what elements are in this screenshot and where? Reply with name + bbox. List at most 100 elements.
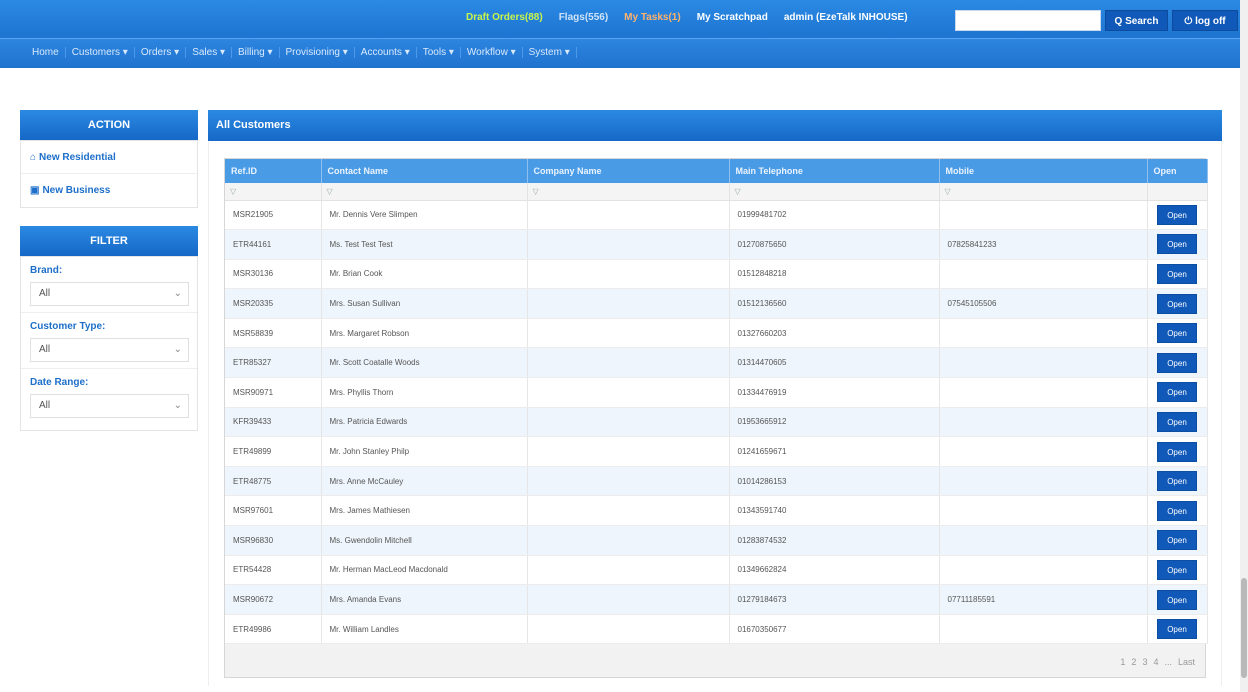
search-input[interactable]	[955, 10, 1101, 31]
contact-name-cell: Mr. Dennis Vere Slimpen	[321, 200, 528, 231]
ref-cell: ETR49986	[225, 614, 322, 645]
nav-item[interactable]: Tools ▾	[417, 47, 461, 58]
nav-item[interactable]: Customers ▾	[66, 47, 135, 58]
flags-link[interactable]: Flags(556)	[551, 12, 616, 23]
open-button[interactable]: Open	[1157, 382, 1197, 403]
filter-icon[interactable]: ▽	[533, 187, 539, 196]
open-button[interactable]: Open	[1157, 263, 1197, 284]
top-header: Draft Orders(88) Flags(556) My Tasks(1) …	[0, 0, 1240, 38]
contact-name-cell: Mrs. Margaret Robson	[321, 318, 528, 349]
ref-cell: MSR58839	[225, 318, 322, 349]
column-header[interactable]: Mobile	[939, 159, 1148, 183]
company-name-cell	[527, 229, 730, 260]
contact-name-cell: Ms. Gwendolin Mitchell	[321, 525, 528, 556]
admin-user-link[interactable]: admin (EzeTalk INHOUSE)	[776, 12, 916, 23]
open-cell: Open	[1147, 377, 1208, 408]
page-link[interactable]: 4	[1153, 657, 1158, 667]
column-header[interactable]: Main Telephone	[729, 159, 940, 183]
open-button[interactable]: Open	[1157, 234, 1197, 255]
brand-select[interactable]: All ⌄	[30, 282, 189, 306]
company-name-cell	[527, 259, 730, 290]
open-button[interactable]: Open	[1157, 293, 1197, 314]
page-link[interactable]: 3	[1142, 657, 1147, 667]
nav-item[interactable]: Workflow ▾	[461, 47, 523, 58]
main-telephone-cell: 01670350677	[729, 614, 940, 645]
column-header[interactable]: Company Name	[527, 159, 730, 183]
mobile-cell	[939, 495, 1148, 527]
main-telephone-cell: 01327660203	[729, 318, 940, 349]
table-header-row: Ref.ID Contact Name Company Name Main Telep…	[225, 159, 1208, 183]
date-range-select-value: All	[39, 400, 51, 411]
nav-item[interactable]: Billing ▾	[232, 47, 280, 58]
briefcase-icon: ▣	[30, 185, 40, 196]
action-panel-header: ACTION	[20, 110, 198, 140]
column-filter[interactable]: ▽	[939, 183, 1148, 201]
action-panel: ⌂ New Residential ▣ New Business	[20, 140, 198, 208]
nav-item[interactable]: Sales ▾	[186, 47, 233, 58]
table-row: MSR96830 Ms. Gwendolin Mitchell 0128387453…	[225, 525, 1208, 556]
mobile-cell	[939, 377, 1148, 408]
open-button[interactable]: Open	[1157, 559, 1197, 580]
page-link[interactable]: 2	[1131, 657, 1136, 667]
tasks-link[interactable]: My Tasks(1)	[616, 12, 689, 23]
open-button[interactable]: Open	[1157, 530, 1197, 551]
main-telephone-cell: 01314470605	[729, 347, 940, 379]
main-telephone-cell: 01999481702	[729, 200, 940, 231]
open-button[interactable]: Open	[1157, 352, 1197, 373]
open-button[interactable]: Open	[1157, 589, 1197, 610]
new-residential-link[interactable]: ⌂ New Residential	[21, 141, 197, 174]
new-business-link[interactable]: ▣ New Business	[21, 174, 197, 207]
column-filter[interactable]: ▽	[321, 183, 528, 201]
customer-type-select[interactable]: All ⌄	[30, 338, 189, 362]
nav-item[interactable]: Home	[26, 47, 66, 58]
nav-item[interactable]: Accounts ▾	[355, 47, 417, 58]
company-name-cell	[527, 407, 730, 438]
filter-icon[interactable]: ▽	[327, 187, 333, 196]
main-telephone-cell: 01014286153	[729, 466, 940, 497]
search-button[interactable]: Q Search	[1105, 10, 1168, 31]
nav-item[interactable]: System ▾	[523, 47, 577, 58]
open-cell: Open	[1147, 495, 1208, 527]
column-filter[interactable]: ▽	[729, 183, 940, 201]
column-header[interactable]: Open	[1147, 159, 1208, 183]
open-cell: Open	[1147, 466, 1208, 497]
filter-icon[interactable]: ▽	[945, 187, 951, 196]
scrollbar-thumb[interactable]	[1241, 578, 1247, 678]
nav-item[interactable]: Orders ▾	[135, 47, 187, 58]
column-filter	[1147, 183, 1208, 201]
mobile-cell	[939, 200, 1148, 231]
page-link[interactable]: 1	[1120, 657, 1125, 667]
company-name-cell	[527, 436, 730, 467]
table-row: MSR30136 Mr. Brian Cook 01512848218 Open	[225, 259, 1208, 290]
column-filter[interactable]: ▽	[225, 183, 322, 201]
filter-icon[interactable]: ▽	[230, 187, 236, 196]
customer-type-label: Customer Type:	[30, 321, 106, 332]
open-button[interactable]: Open	[1157, 204, 1197, 225]
open-button[interactable]: Open	[1157, 411, 1197, 432]
scratchpad-link[interactable]: My Scratchpad	[689, 12, 776, 23]
column-header[interactable]: Ref.ID	[225, 159, 322, 183]
open-button[interactable]: Open	[1157, 441, 1197, 462]
main-telephone-cell: 01349662824	[729, 555, 940, 586]
table-row: ETR49899 Mr. John Stanley Philp 0124165967…	[225, 436, 1208, 467]
date-range-select[interactable]: All ⌄	[30, 394, 189, 418]
contact-name-cell: Mrs. Susan Sullivan	[321, 288, 528, 319]
open-button[interactable]: Open	[1157, 619, 1197, 640]
filter-icon[interactable]: ▽	[735, 187, 741, 196]
page-link[interactable]: Last	[1178, 657, 1195, 667]
logoff-button[interactable]: ⏻ log off	[1172, 10, 1238, 31]
table-row: MSR58839 Mrs. Margaret Robson 01327660203 O…	[225, 318, 1208, 349]
ref-cell: ETR48775	[225, 466, 322, 497]
draft-orders-link[interactable]: Draft Orders(88)	[458, 12, 551, 23]
page-link[interactable]: ...	[1164, 657, 1172, 667]
open-button[interactable]: Open	[1157, 500, 1197, 521]
column-filter[interactable]: ▽	[527, 183, 730, 201]
column-header[interactable]: Contact Name	[321, 159, 528, 183]
open-button[interactable]: Open	[1157, 471, 1197, 492]
nav-item[interactable]: Provisioning ▾	[280, 47, 355, 58]
brand-label: Brand:	[30, 265, 63, 276]
open-cell: Open	[1147, 347, 1208, 379]
open-cell: Open	[1147, 555, 1208, 586]
open-button[interactable]: Open	[1157, 323, 1197, 344]
table-row: KFR39433 Mrs. Patricia Edwards 01953665912…	[225, 407, 1208, 438]
